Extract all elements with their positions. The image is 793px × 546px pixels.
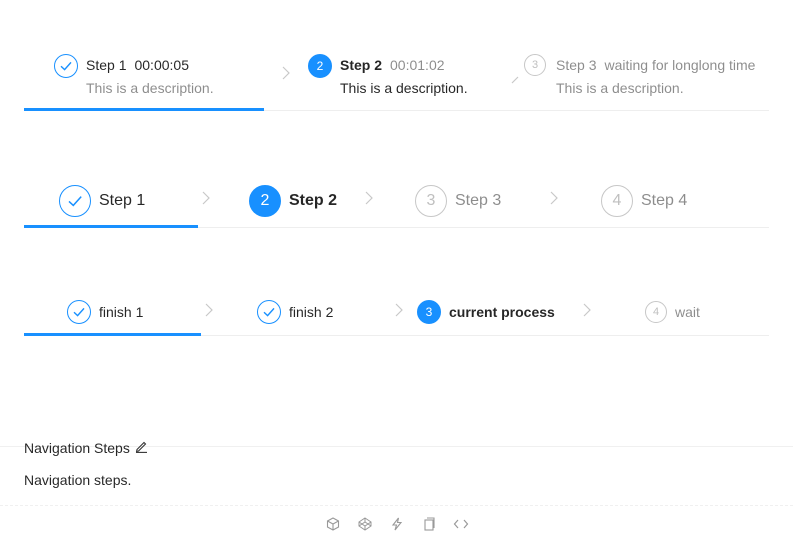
- check-icon: [257, 300, 281, 324]
- step-finish-1[interactable]: finish 1: [24, 291, 201, 336]
- step-description: This is a description.: [86, 80, 214, 96]
- step-title: Step 2: [289, 192, 338, 209]
- step-number: 3: [524, 54, 546, 76]
- chevron-right-icon: [205, 303, 213, 317]
- codepen-icon[interactable]: [357, 516, 373, 532]
- step-title: Step 3: [455, 192, 502, 209]
- step-number: 2: [308, 54, 332, 78]
- chevron-right-icon: [365, 191, 373, 205]
- step-2[interactable]: 2 Step 2 00:01:02 This is a description.: [308, 0, 518, 110]
- step-current[interactable]: 3 current process: [417, 291, 583, 335]
- navigation-steps-small: finish 1 finish 2 3 current process 4 wa…: [24, 291, 769, 336]
- active-indicator: [24, 225, 198, 228]
- navigation-steps-with-description: Step 1 00:00:05 This is a description. 2 …: [24, 0, 769, 111]
- edit-icon[interactable]: [135, 438, 148, 458]
- step-title: Step 3: [556, 57, 597, 73]
- step-wait[interactable]: 4 wait: [645, 291, 769, 335]
- step-3[interactable]: 3 Step 3 waiting for longlong time This i…: [511, 0, 769, 110]
- step-title: wait: [675, 304, 700, 320]
- step-number: 4: [601, 185, 633, 217]
- codesandbox-icon[interactable]: [325, 516, 341, 532]
- step-title: finish 2: [289, 304, 334, 320]
- step-1[interactable]: Step 1: [24, 170, 198, 228]
- step-4[interactable]: 4 Step 4: [601, 170, 769, 227]
- active-indicator: [24, 108, 264, 111]
- step-title: finish 1: [99, 304, 144, 320]
- chevron-right-icon: [282, 66, 290, 80]
- step-number: 3: [417, 300, 441, 324]
- demo-actions: [0, 516, 793, 532]
- step-finish-2[interactable]: finish 2: [257, 291, 392, 335]
- active-indicator: [24, 333, 201, 336]
- step-title: current process: [449, 304, 555, 320]
- chevron-right-icon: [583, 303, 591, 317]
- step-title: Step 2: [340, 57, 383, 73]
- chevron-right-icon: [550, 191, 558, 205]
- copy-icon[interactable]: [421, 516, 437, 532]
- step-number: 2: [249, 185, 281, 217]
- chevron-right-icon: [395, 303, 403, 317]
- demo-title-text: Navigation Steps: [24, 440, 130, 456]
- check-icon: [54, 54, 78, 78]
- demo-title: Navigation Steps: [24, 438, 148, 458]
- check-icon: [59, 185, 91, 217]
- check-icon: [67, 300, 91, 324]
- chevron-right-icon: [202, 191, 210, 205]
- step-subtitle: waiting for longlong time: [604, 57, 756, 73]
- stackblitz-icon[interactable]: [389, 516, 405, 532]
- step-title: Step 1: [99, 192, 146, 209]
- navigation-steps-default: Step 1 2 Step 2 3 Step 3 4 Step 4: [24, 170, 769, 228]
- step-description: This is a description.: [340, 80, 468, 96]
- step-subtitle: 00:01:02: [390, 57, 445, 73]
- step-3[interactable]: 3 Step 3: [415, 170, 555, 227]
- code-icon[interactable]: [453, 516, 469, 532]
- demo-actions-divider: [0, 505, 793, 506]
- step-number: 4: [645, 301, 667, 323]
- step-number: 3: [415, 185, 447, 217]
- step-title: Step 4: [641, 192, 688, 209]
- step-subtitle: 00:00:05: [134, 57, 189, 73]
- demo-description: Navigation steps.: [24, 472, 132, 488]
- step-title: Step 1: [86, 57, 127, 73]
- step-description: This is a description.: [556, 80, 684, 96]
- step-1[interactable]: Step 1 00:00:05 This is a description.: [24, 0, 264, 111]
- chevron-right-icon: [511, 70, 519, 84]
